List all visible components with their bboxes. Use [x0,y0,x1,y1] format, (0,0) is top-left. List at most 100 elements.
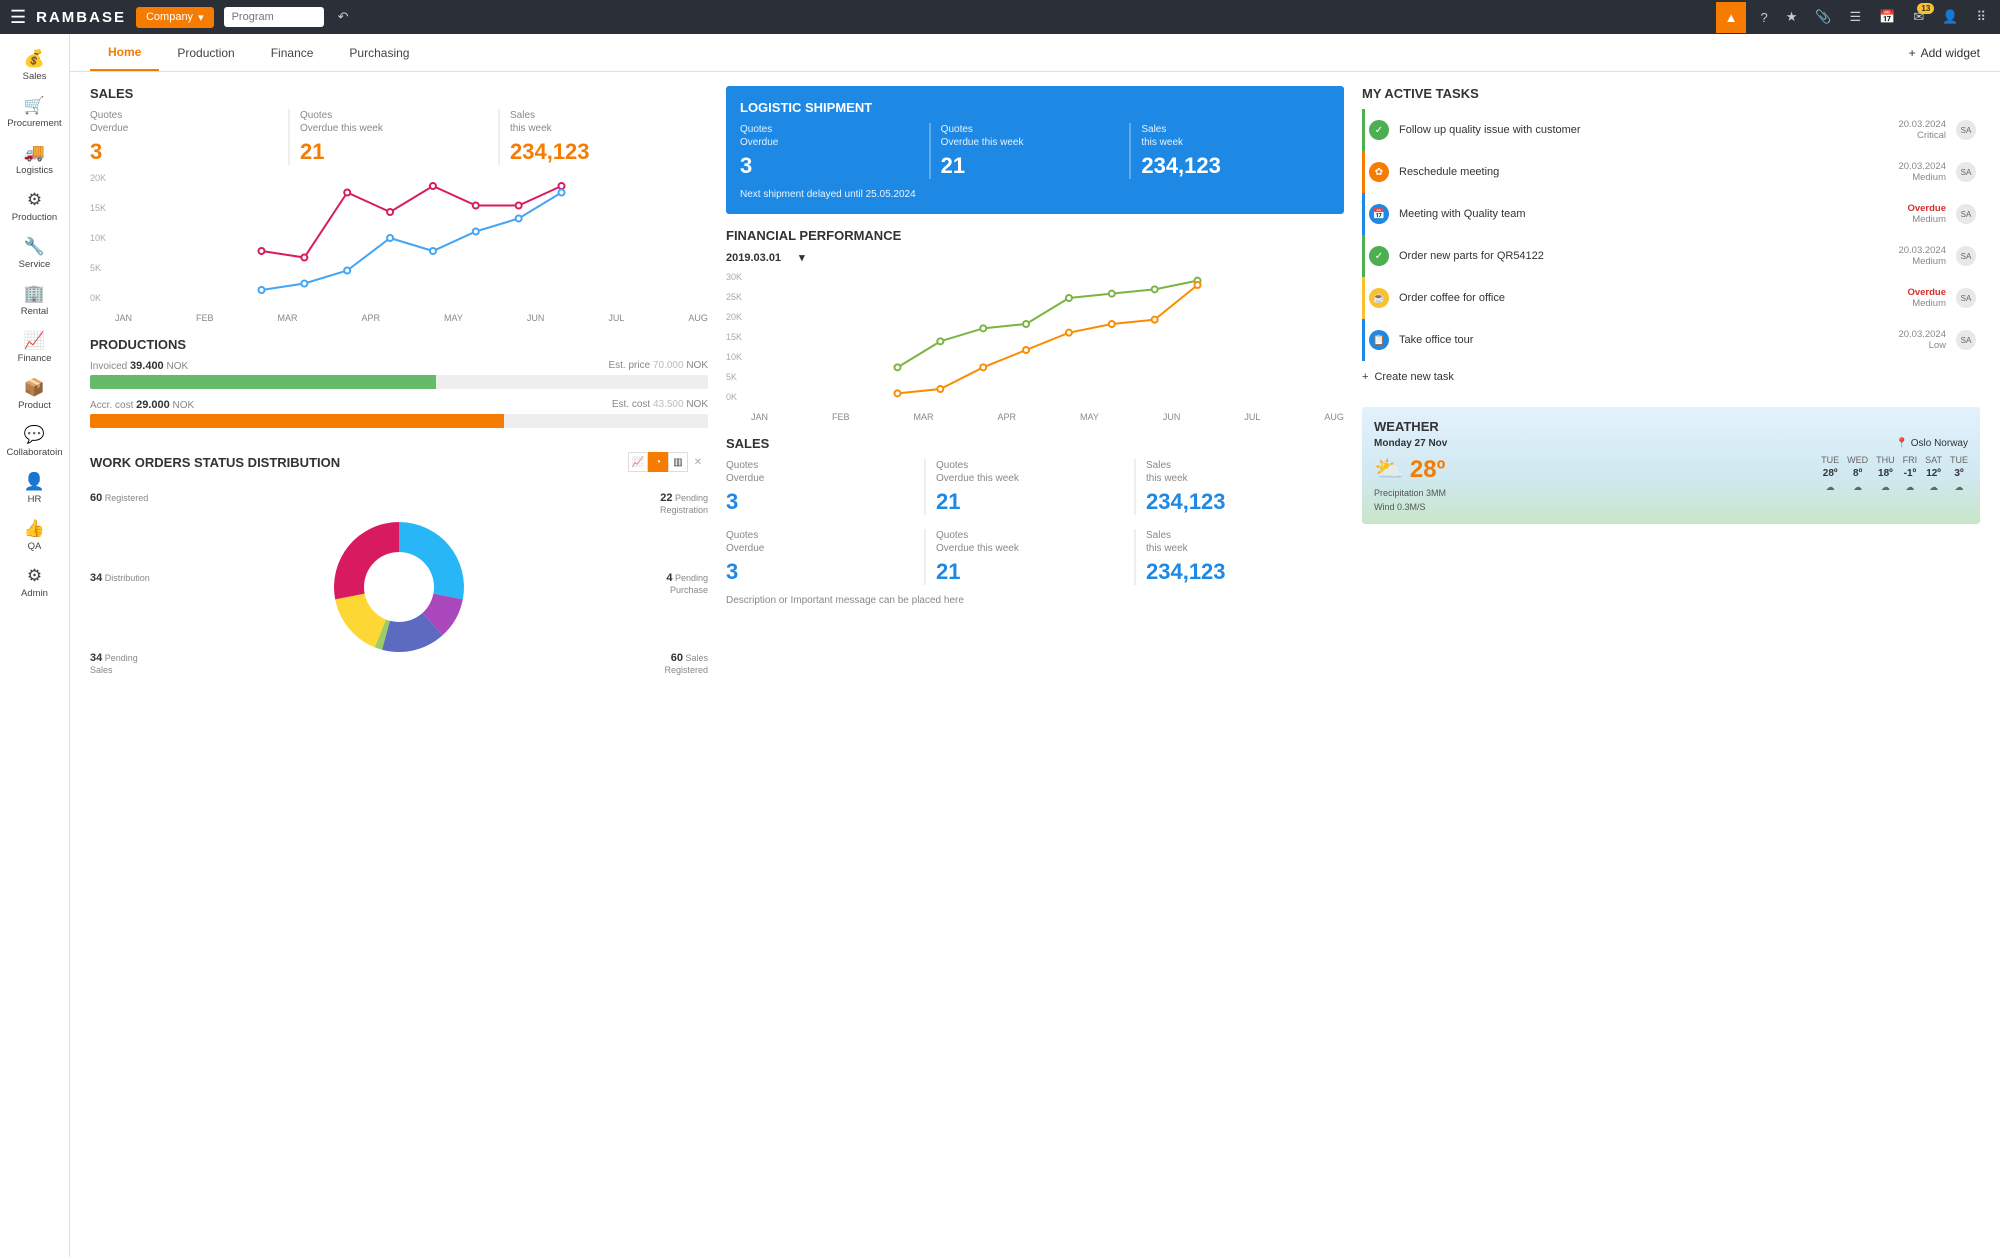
production-row: Accr. cost 29.000 NOKEst. cost 43.500 NO… [90,399,708,428]
avatar: SA [1956,162,1976,182]
wo-view-pie[interactable]: ◔ [648,452,668,472]
fin-title: FINANCIAL PERFORMANCE [726,228,1344,243]
task-name: Meeting with Quality team [1399,208,1897,220]
company-dropdown[interactable]: Company▾ [136,7,214,28]
weather-precip: Precipitation 3MM [1374,488,1446,498]
tab-production[interactable]: Production [159,34,252,71]
sidebar-label: Finance [18,353,52,364]
donut-label: 22 PendingRegistration [660,492,708,516]
task-row[interactable]: 📋 Take office tour 20.03.2024Low SA [1362,319,1980,361]
task-name: Order new parts for QR54122 [1399,250,1888,262]
task-name: Follow up quality issue with customer [1399,124,1888,136]
forecast-day: SAT12º☁ [1925,455,1942,512]
gear-icon: ⚙ [27,190,42,210]
sidebar-item-rental[interactable]: 🏢Rental [0,277,69,324]
cloud-icon: ☁ [1903,482,1918,493]
thumbs-icon: 👍 [24,519,45,539]
apps-icon[interactable]: ⠿ [1972,9,1990,25]
task-row[interactable]: ✓ Follow up quality issue with customer … [1362,109,1980,151]
avatar: SA [1956,246,1976,266]
sales2-title: SALES [726,436,1344,451]
tab-purchasing[interactable]: Purchasing [331,34,427,71]
menu-icon[interactable]: ☰ [10,7,26,28]
wrench-icon: 🔧 [24,237,45,257]
sidebar-label: Collaboratoin [7,447,63,458]
tab-home[interactable]: Home [90,34,159,71]
user-icon[interactable]: 👤 [1938,9,1962,25]
sidebar-label: Logistics [16,165,53,176]
stat: QuotesOverdue this week21 [288,109,498,165]
topbar: ☰ RAMBASE Company▾ ↶ ▲ ? ★ 📎 ☰ 📅 ✉13 👤 ⠿ [0,0,2000,34]
add-widget-button[interactable]: +Add widget [1909,46,1980,60]
stat: Salesthis week234,123 [498,109,708,165]
production-row: Invoiced 39.400 NOKEst. price 70.000 NOK [90,360,708,389]
sales2-note: Description or Important message can be … [726,595,1344,606]
help-icon[interactable]: ? [1756,10,1771,25]
wo-view-bar[interactable]: ▥ [668,452,688,472]
stat: Salesthis week234,123 [1134,529,1344,585]
work-orders-widget: WORK ORDERS STATUS DISTRIBUTION 📈 ◔ ▥ ✕ … [90,452,708,692]
donut-label: 60 Registered [90,492,148,505]
sidebar-item-procurement[interactable]: 🛒Procurement [0,89,69,136]
wo-view-line[interactable]: 📈 [628,452,648,472]
weather-title: WEATHER [1374,419,1968,434]
chat-icon: 💬 [24,425,45,445]
task-status-icon: ✓ [1369,246,1389,266]
pin-icon: 📍 [1896,438,1908,449]
stat-value: 3 [726,489,924,515]
fin-date-dropdown[interactable]: 2019.03.01▾ [726,251,1344,264]
sidebar-item-collaboratoin[interactable]: 💬 Collaboratoin [0,418,69,465]
sidebar-item-service[interactable]: 🔧Service [0,230,69,277]
sidebar-item-admin[interactable]: ⚙Admin [0,559,69,606]
sidebar-item-logistics[interactable]: 🚚Logistics [0,136,69,183]
sidebar-item-production[interactable]: ⚙Production [0,183,69,230]
close-icon[interactable]: ✕ [688,452,708,472]
list-icon[interactable]: ☰ [1846,9,1866,25]
star-icon[interactable]: ★ [1782,9,1802,25]
tasks-title: MY ACTIVE TASKS [1362,86,1980,101]
warning-icon[interactable]: ▲ [1716,2,1747,33]
stat-value: 21 [936,489,1134,515]
tab-finance[interactable]: Finance [253,34,332,71]
donut-label: 34 PendingSales [90,652,138,676]
cart-icon: 🛒 [24,96,45,116]
weather-wind: Wind 0.3M/S [1374,502,1446,512]
sidebar-item-qa[interactable]: 👍QA [0,512,69,559]
task-row[interactable]: ✓ Order new parts for QR54122 20.03.2024… [1362,235,1980,277]
task-meta: OverdueMedium [1907,287,1946,309]
task-status-icon: 📅 [1369,204,1389,224]
caret-down-icon: ▾ [198,11,204,24]
weather-temp: 28º [1410,456,1445,484]
program-input[interactable] [224,7,324,27]
stat-value: 21 [300,139,498,165]
task-row[interactable]: ✿ Reschedule meeting 20.03.2024Medium SA [1362,151,1980,193]
weather-day: Monday 27 Nov [1374,438,1447,449]
logistic-note: Next shipment delayed until 25.05.2024 [740,189,1330,200]
wo-title: WORK ORDERS STATUS DISTRIBUTION [90,455,340,470]
task-row[interactable]: 📅 Meeting with Quality team OverdueMediu… [1362,193,1980,235]
task-status-icon: 📋 [1369,330,1389,350]
chart-icon: 📈 [24,331,45,351]
sidebar-item-sales[interactable]: 💰Sales [0,42,69,89]
task-row[interactable]: ☕ Order coffee for office OverdueMedium … [1362,277,1980,319]
sidebar-item-hr[interactable]: 👤HR [0,465,69,512]
create-task-button[interactable]: +Create new task [1362,361,1980,393]
calendar-icon[interactable]: 📅 [1875,9,1899,25]
sidebar-item-product[interactable]: 📦Product [0,371,69,418]
logistic-title: LOGISTIC SHIPMENT [740,100,1330,115]
stat-value: 3 [90,139,288,165]
attachment-icon[interactable]: 📎 [1811,9,1835,25]
task-meta: 20.03.2024Low [1898,329,1946,351]
notification-icon[interactable]: ✉13 [1909,9,1928,25]
stat: QuotesOverdue this week21 [929,123,1130,179]
task-meta: 20.03.2024Medium [1898,245,1946,267]
sidebar-item-finance[interactable]: 📈 Finance [0,324,69,371]
rental-icon: 🏢 [24,284,45,304]
undo-icon[interactable]: ↶ [334,9,353,25]
person-icon: 👤 [24,472,45,492]
avatar: SA [1956,288,1976,308]
caret-down-icon: ▾ [799,251,805,264]
forecast-day: THU18º☁ [1876,455,1895,512]
tasks-widget: MY ACTIVE TASKS ✓ Follow up quality issu… [1362,86,1980,393]
sidebar-label: Product [18,400,51,411]
